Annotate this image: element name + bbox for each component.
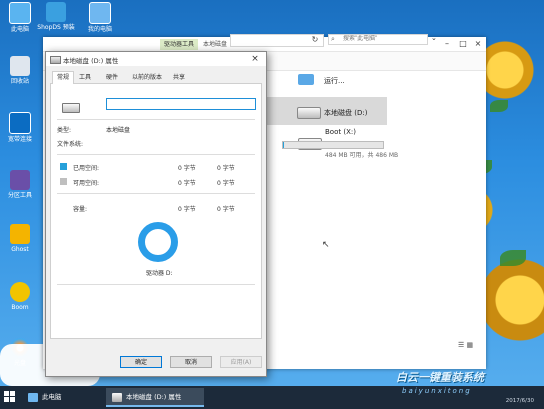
network-icon (9, 112, 31, 134)
desktop-icon-label: ShopDS 预装 (37, 24, 75, 31)
desktop-icon-recycle-bin[interactable]: 回收站 (0, 56, 40, 85)
desktop-icon-label: Ghost (11, 246, 29, 253)
explorer-item-drive-d[interactable]: 本地磁盘 (D:) (251, 97, 387, 125)
tab-previous-versions[interactable]: 以前的版本 (128, 72, 166, 83)
desktop-icon-label: 分区工具 (7, 192, 32, 199)
disk-usage-donut (138, 222, 178, 262)
ok-button[interactable]: 确定 (120, 356, 162, 368)
mouse-cursor-icon: ↖ (322, 240, 330, 250)
watermark-text: 白云一键重装系统 (396, 371, 484, 384)
windows-logo-pane (10, 397, 15, 402)
desktop-icon-label: 此电脑 (10, 26, 29, 33)
run-icon (298, 74, 314, 85)
tab-tools[interactable]: 工具 (75, 72, 95, 83)
free-color-swatch (60, 178, 67, 185)
cancel-button[interactable]: 取消 (170, 356, 212, 368)
divider (57, 284, 255, 285)
desktop-icon-this-pc[interactable]: 此电脑 (0, 2, 40, 33)
desktop-icon-partition[interactable]: 分区工具 (0, 170, 40, 199)
desktop-icon-label: 我的电脑 (87, 26, 112, 33)
tab-sharing[interactable]: 共享 (169, 72, 189, 83)
drive-icon (297, 107, 321, 119)
close-icon[interactable]: × (244, 52, 266, 66)
desktop-icon-shopds[interactable]: ShopDS 预装 (36, 2, 76, 31)
search-icon: ⌕ (331, 35, 335, 43)
computer-icon (28, 393, 38, 402)
tray-date[interactable]: 2017/6/30 (506, 398, 534, 404)
windows-logo-pane (10, 391, 15, 396)
drive-icon (112, 393, 122, 402)
divider (57, 154, 255, 155)
filesystem-label: 文件系统: (57, 141, 84, 148)
used-bytes: 0 字节 (178, 165, 196, 172)
free-size: 0 字节 (217, 180, 235, 187)
run-label: 运行... (324, 77, 345, 85)
watermark-subtext: baiyunxitong (402, 387, 472, 395)
properties-dialog[interactable]: 本地磁盘 (D:) 属性 × 常规 工具 硬件 以前的版本 共享 类型: 本地磁… (45, 51, 267, 377)
desktop-icon-my-computer[interactable]: 我的电脑 (80, 2, 120, 33)
boot-usage-bar (282, 141, 384, 149)
capacity-label: 容量: (73, 206, 88, 213)
refresh-icon[interactable]: ↻ (310, 35, 320, 45)
boom-icon (10, 282, 30, 302)
capacity-bytes: 0 字节 (178, 206, 196, 213)
desktop-icon-label: 宽带连接 (7, 136, 32, 143)
partition-tool-icon (10, 170, 30, 190)
boot-label: Boot (X:) (325, 128, 356, 136)
windows-logo-pane (4, 391, 9, 396)
taskbar-item-label: 此电脑 (42, 393, 62, 401)
volume-name-input[interactable] (106, 98, 256, 110)
divider (57, 193, 255, 194)
desktop-icon-label: Boom (11, 304, 29, 311)
type-value: 本地磁盘 (106, 127, 131, 134)
search-input[interactable] (328, 34, 428, 45)
windows-logo-pane (4, 397, 9, 402)
drive-d-label: 本地磁盘 (D:) (324, 109, 368, 117)
tab-drive-tools[interactable]: 驱动器工具 (160, 39, 199, 50)
boot-usage-fill (283, 142, 284, 148)
type-label: 类型: (57, 127, 72, 134)
capacity-size: 0 字节 (217, 206, 235, 213)
divider (57, 119, 255, 120)
dialog-tabs: 常规 工具 硬件 以前的版本 共享 (50, 71, 262, 84)
desktop-icon-label: 回收站 (10, 78, 29, 85)
used-label: 已用空间: (73, 165, 100, 172)
dialog-title: 本地磁盘 (D:) 属性 (63, 57, 119, 65)
drive-icon (50, 56, 61, 64)
used-size: 0 字节 (217, 165, 235, 172)
drive-caption: 驱动器 D: (146, 270, 173, 277)
taskbar-item-this-pc[interactable]: 此电脑 (22, 388, 72, 407)
boot-space-text: 484 MB 可用，共 486 MB (325, 152, 399, 159)
computer-icon (9, 2, 31, 24)
ghost-gear-icon (10, 224, 30, 244)
general-tab-panel: 类型: 本地磁盘 文件系统: 已用空间: 0 字节 0 字节 可用空间: 0 字… (50, 84, 262, 339)
desktop-icon-boom[interactable]: Boom (0, 282, 40, 311)
used-color-swatch (60, 163, 67, 170)
recycle-bin-icon (10, 56, 30, 76)
apply-button[interactable]: 应用(A) (220, 356, 262, 368)
close-icon[interactable]: × (471, 38, 485, 50)
wallpaper-leaf (500, 250, 526, 266)
monitor-icon (89, 2, 111, 24)
start-button[interactable] (4, 391, 16, 403)
maximize-icon[interactable]: □ (456, 38, 470, 50)
free-label: 可用空间: (73, 180, 100, 187)
wallpaper-leaf (490, 100, 508, 112)
free-bytes: 0 字节 (178, 180, 196, 187)
view-toggle-icon[interactable]: ☰ ▦ (458, 341, 473, 349)
taskbar-item-label: 本地磁盘 (D:) 属性 (126, 393, 182, 401)
explorer-title: 本地磁盘 (203, 41, 228, 48)
dialog-titlebar[interactable]: 本地磁盘 (D:) 属性 × (46, 52, 266, 66)
minimize-icon[interactable]: – (440, 38, 454, 50)
tab-general[interactable]: 常规 (52, 71, 75, 84)
desktop-icon-ghost[interactable]: Ghost (0, 224, 40, 253)
taskbar-item-properties[interactable]: 本地磁盘 (D:) 属性 (106, 388, 204, 407)
desktop-icon-broadband[interactable]: 宽带连接 (0, 112, 40, 143)
installer-icon (46, 2, 66, 22)
help-chevron-icon[interactable]: ⌄ (431, 34, 437, 42)
tab-hardware[interactable]: 硬件 (102, 72, 122, 83)
drive-icon (62, 103, 80, 113)
